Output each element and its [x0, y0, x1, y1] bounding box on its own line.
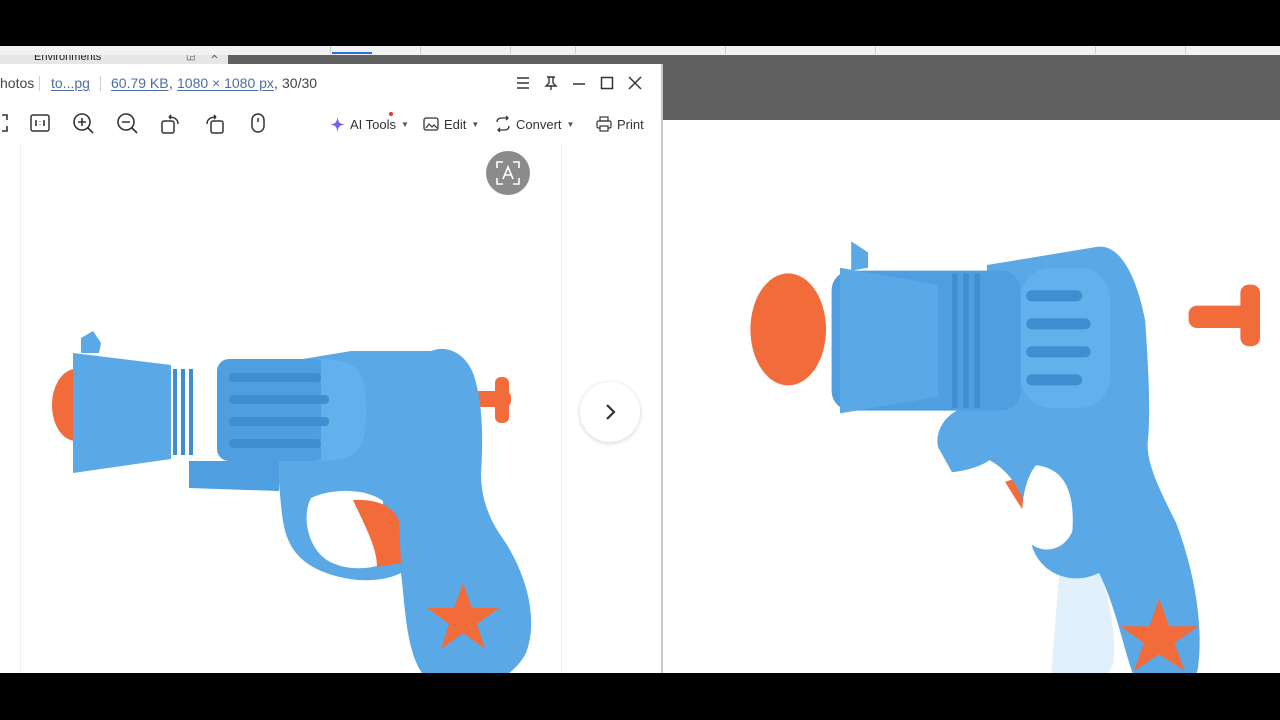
convert-menu[interactable]: Convert ▼: [495, 114, 574, 134]
viewer-title-bar: hotos to...pg 60.79 KB , 1080 × 1080 px …: [0, 64, 661, 102]
close-icon[interactable]: [624, 72, 646, 94]
environments-tab-controls[interactable]: ◲ ✕: [186, 55, 225, 62]
chevron-down-icon: ▼: [471, 119, 480, 129]
print-icon: [596, 116, 612, 132]
ai-tools-label: AI Tools: [350, 116, 397, 132]
file-name-link[interactable]: to...pg: [51, 75, 90, 91]
print-button[interactable]: Print: [596, 114, 644, 134]
menu-icon[interactable]: [512, 72, 534, 94]
ai-sparkle-icon: [330, 116, 345, 132]
original-size-icon[interactable]: [27, 110, 53, 136]
print-label: Print: [617, 116, 644, 132]
file-size-link[interactable]: 60.79 KB: [111, 75, 169, 91]
chevron-right-icon: [606, 404, 616, 420]
background-active-tab[interactable]: [332, 46, 372, 54]
convert-icon: [496, 116, 510, 132]
photo-viewer-window: hotos to...pg 60.79 KB , 1080 × 1080 px …: [0, 64, 663, 673]
zoom-out-icon[interactable]: [114, 110, 140, 136]
background-image-canvas: [662, 120, 1280, 673]
edit-label: Edit: [444, 116, 467, 132]
convert-label: Convert: [516, 116, 562, 132]
zoom-in-icon[interactable]: [70, 110, 96, 136]
minimize-icon[interactable]: [568, 72, 590, 94]
fullscreen-icon[interactable]: [0, 110, 12, 136]
app-name-fragment: hotos: [0, 75, 35, 91]
chevron-down-icon: ▼: [566, 119, 575, 129]
large-toy-gun-image: [750, 241, 1260, 673]
toy-water-gun-image: [52, 331, 532, 673]
text-recognition-icon: [496, 161, 520, 185]
environments-tab-label: Environments: [34, 55, 102, 63]
chevron-down-icon: ▼: [401, 119, 409, 129]
rotate-left-icon[interactable]: [157, 110, 183, 136]
next-photo-button[interactable]: [580, 382, 640, 442]
text-recognition-button[interactable]: [486, 151, 530, 195]
ai-tools-menu[interactable]: AI Tools ▼: [330, 114, 409, 134]
pin-icon[interactable]: [540, 72, 562, 94]
dimensions-link[interactable]: 1080 × 1080 px: [177, 75, 274, 91]
photo-counter: 30/30: [282, 75, 318, 91]
notification-dot: [389, 112, 393, 116]
photo-display-area: [20, 143, 562, 673]
viewer-toolbar: AI Tools ▼ Edit ▼ Convert ▼ Print: [0, 102, 661, 142]
maximize-icon[interactable]: [596, 72, 618, 94]
edit-menu[interactable]: Edit ▼: [423, 114, 479, 134]
edit-image-icon: [423, 117, 439, 131]
rotate-right-icon[interactable]: [202, 110, 228, 136]
mouse-icon[interactable]: [245, 110, 271, 136]
